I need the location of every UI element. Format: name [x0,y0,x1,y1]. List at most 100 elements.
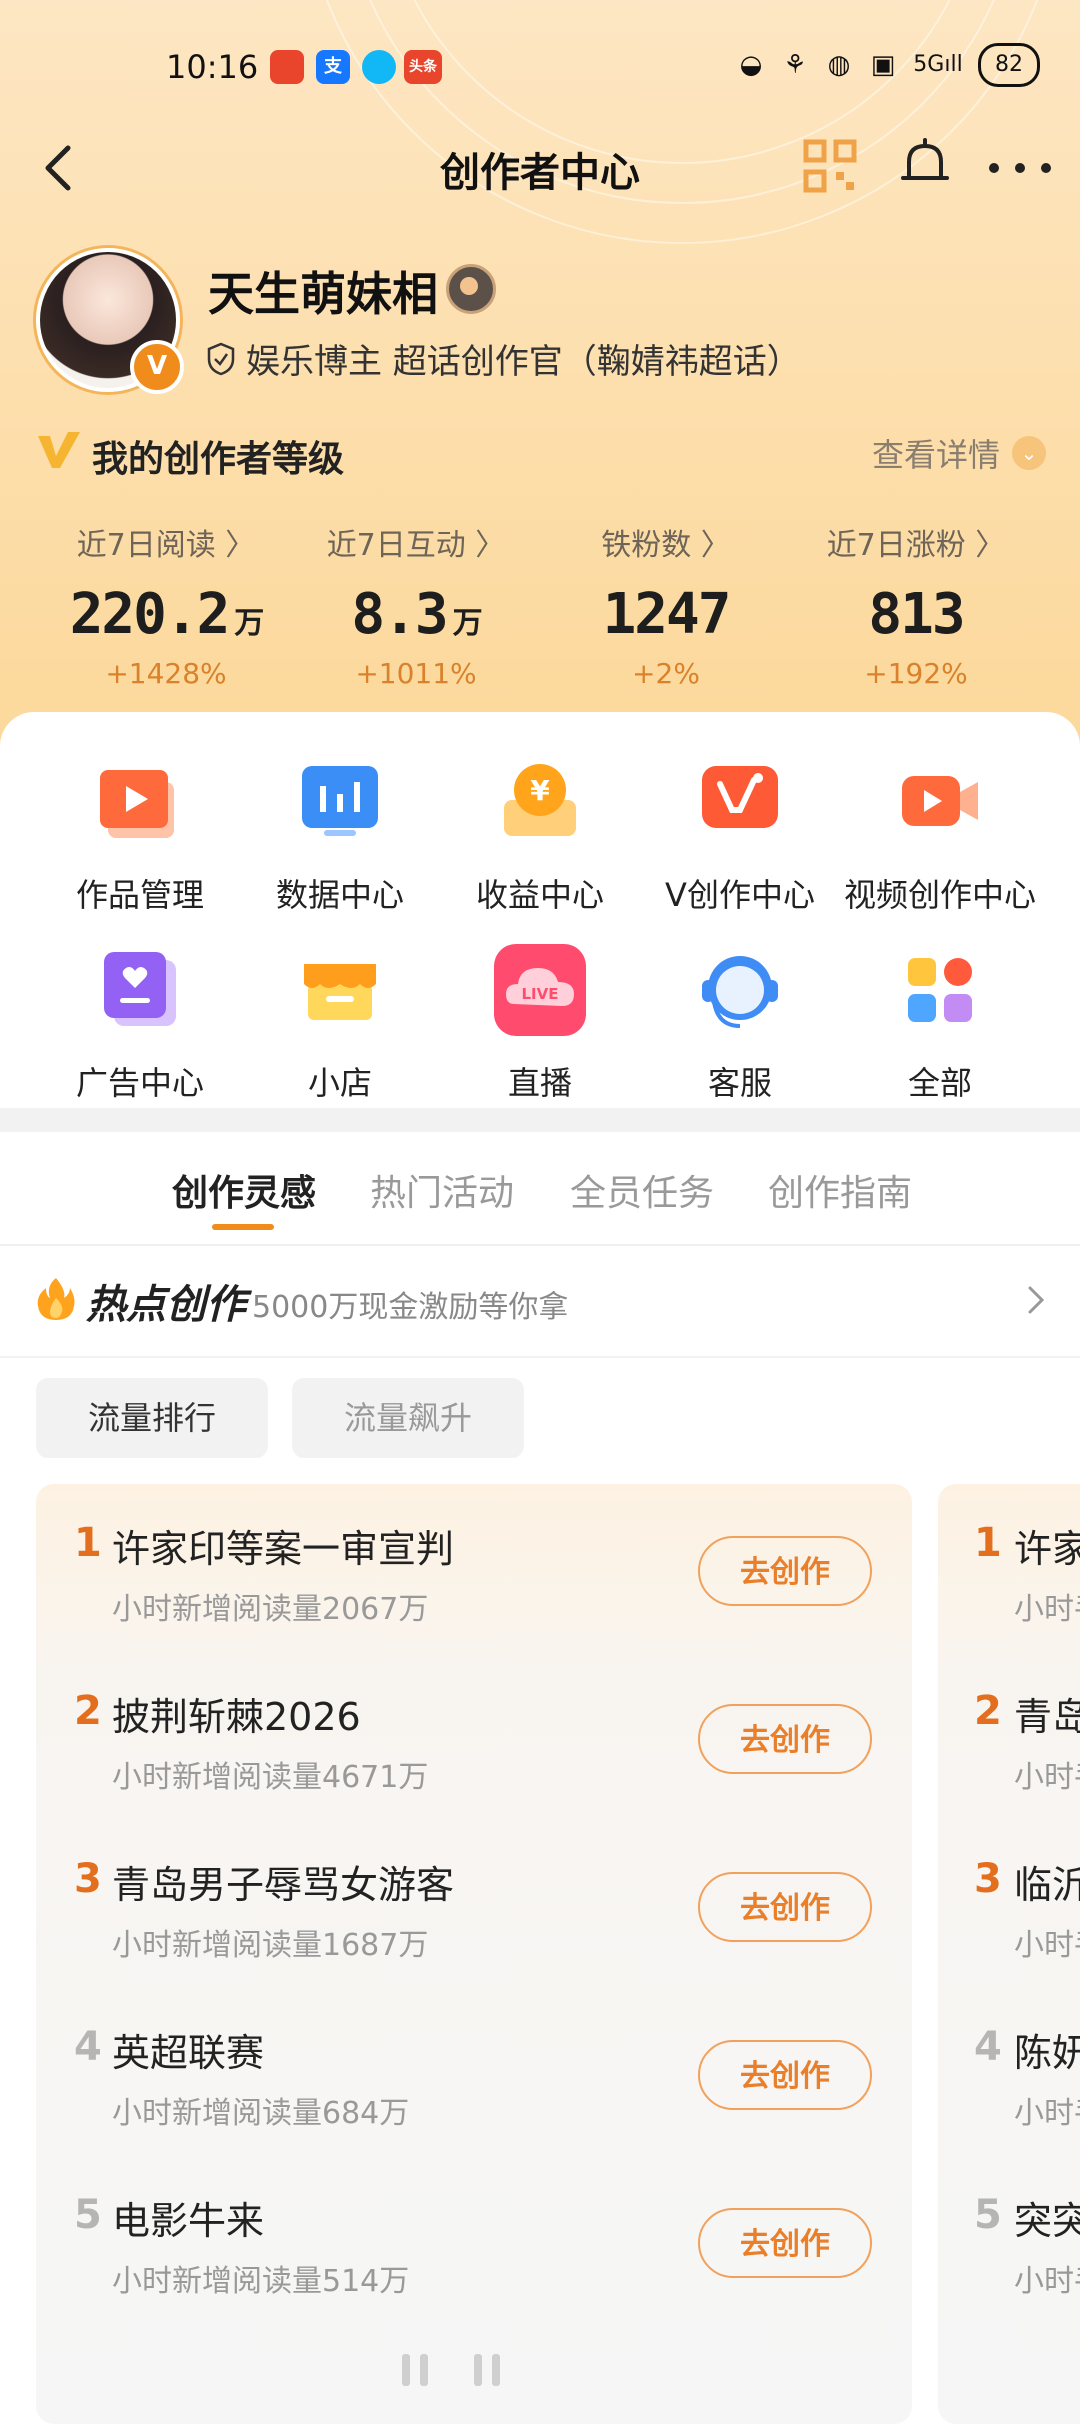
topic-reads: 小时新增阅读量1687万 [112,1928,429,1963]
rank-number: 2 [74,1688,102,1734]
go-create-button[interactable]: 去创作 [698,2208,872,2278]
tool-data-center[interactable]: 数据中心 [235,756,445,916]
topic-title: 许家 [1014,1527,1080,1571]
status-icons: ◒ ⚘ ◍ ▣ 5Gıll 82 [736,42,1040,88]
medal-icon[interactable] [446,264,496,314]
rank-number: 4 [974,2024,1002,2070]
tool-revenue-center[interactable]: ¥ 收益中心 [435,756,645,916]
tool-shop[interactable]: 小店 [235,944,445,1104]
list-item[interactable]: 5 突突 小时手 [938,2156,1080,2324]
shield-icon [207,342,235,375]
go-create-button[interactable]: 去创作 [698,1872,872,1942]
view-details-link[interactable]: 查看详情 ⌄ [872,430,1046,476]
stat-change: +192% [864,657,968,690]
video-creation-center-icon [902,776,978,826]
list-item[interactable]: 3 青岛男子辱骂女游客 小时新增阅读量1687万 去创作 [36,1820,912,1988]
rank-number: 4 [74,2024,102,2070]
topic-title: 青岛 [1014,1695,1080,1739]
tool-video-creation-center[interactable]: 视频创作中心 [835,756,1045,916]
tool-ad-center[interactable]: 广告中心 [35,944,245,1104]
filter-traffic-surge[interactable]: 流量飙升 [292,1378,524,1458]
tool-works-management[interactable]: 作品管理 [35,756,245,916]
data-center-icon [302,766,378,836]
tab-creation-guide[interactable]: 创作指南 [768,1164,912,1216]
list-item[interactable]: 2 披荆斩棘2026 小时新增阅读量4671万 去创作 [36,1652,912,1820]
topic-reads: 小时手 [1014,1928,1080,1963]
profile-subtitle-text: 娱乐博主 超话创作官（鞠婧祎超话） [246,342,801,382]
5g-signal-icon: 5Gıll [913,52,963,77]
customer-service-icon [702,956,778,1028]
all-apps-icon [908,958,972,1022]
tool-v-creation-center[interactable]: V创作中心 [635,756,845,916]
hot-creation-header[interactable]: 热点创作 5000万现金激励等你拿 [0,1246,1080,1358]
stat-label: 近7日阅读 〉 [76,528,256,563]
live-badge-text: LIVE [522,985,559,1003]
topic-title: 临沂 [1014,1863,1080,1907]
content-tabs: 创作灵感 热门活动 全员任务 创作指南 [0,1132,1080,1246]
tool-label: 全部 [907,1064,972,1102]
tab-creation-inspiration[interactable]: 创作灵感 [172,1164,316,1216]
stat-reads[interactable]: 近7日阅读 〉 220.2 万 +1428% [36,520,296,690]
stat-label: 近7日互动 〉 [326,528,506,563]
filter-traffic-ranking[interactable]: 流量排行 [36,1378,268,1458]
svg-text:¥: ¥ [530,774,550,807]
rank-number: 3 [74,1856,102,1902]
stat-unit: 万 [234,606,264,641]
tools-card: 作品管理 数据中心 ¥ 收益中心 V创作中心 视频创作中心 广告中心 小店 LI… [0,712,1080,1108]
topic-reads: 小时新增阅读量2067万 [112,1592,429,1627]
topic-title: 青岛男子辱骂女游客 [112,1863,455,1907]
list-item[interactable]: 1 许家印等案一审宣判 小时新增阅读量2067万 去创作 [36,1484,912,1652]
list-item[interactable]: 4 陈妍 小时手 [938,1988,1080,2156]
hd-signal-icon: ▣ [870,50,896,80]
tool-label: 广告中心 [75,1064,204,1102]
live-icon: LIVE [494,944,586,1036]
tool-all[interactable]: 全部 [835,944,1045,1104]
go-create-button[interactable]: 去创作 [698,1536,872,1606]
stat-number: 1247 [602,582,732,647]
topic-reads: 小时新增阅读量684万 [112,2096,410,2131]
works-management-icon [100,770,174,838]
stat-value: 8.3 万 [286,582,546,647]
shop-icon [304,964,376,1020]
list-item[interactable]: 1 许家 小时手 [938,1484,1080,1652]
tab-hot-events[interactable]: 热门活动 [370,1164,514,1216]
nav-bar: 创作者中心 [0,120,1080,220]
stat-new-followers[interactable]: 近7日涨粉 〉 813 +192% [786,520,1046,690]
tool-label: 直播 [507,1064,572,1102]
verified-badge: V [130,340,184,394]
go-create-button[interactable]: 去创作 [698,2040,872,2110]
stat-interactions[interactable]: 近7日互动 〉 8.3 万 +1011% [286,520,546,690]
stat-change: +1428% [105,657,227,690]
chevron-right-icon [1028,1286,1045,1314]
username: 天生萌妹相 [208,267,438,321]
topic-title: 披荆斩棘2026 [112,1695,361,1739]
topic-reads: 小时新增阅读量4671万 [112,1760,429,1795]
rank-number: 1 [974,1520,1002,1566]
list-item[interactable]: 5 电影牛来 小时新增阅读量514万 去创作 [36,2156,912,2324]
bell-icon[interactable] [895,134,955,194]
tool-label: 数据中心 [275,876,404,914]
qr-code-icon[interactable] [800,136,860,196]
tool-live[interactable]: LIVE 直播 [435,944,645,1104]
more-icon[interactable] [980,138,1060,198]
list-item[interactable]: 4 英超联赛 小时新增阅读量684万 去创作 [36,1988,912,2156]
tool-customer-service[interactable]: 客服 [635,944,845,1104]
qq-icon [362,50,396,84]
vibrate-icon: ◍ [827,50,851,80]
hot-creation-subtitle: 5000万现金激励等你拿 [252,1290,569,1325]
rank-number: 2 [974,1688,1002,1734]
stat-iron-fans[interactable]: 铁粉数 〉 1247 +2% [536,520,796,690]
view-details-label: 查看详情 [871,436,1000,474]
stat-number: 8.3 [351,582,448,647]
go-create-button[interactable]: 去创作 [698,1704,872,1774]
stat-change: +2% [632,657,700,690]
tool-label: V创作中心 [665,876,815,914]
tab-all-member-tasks[interactable]: 全员任务 [570,1164,714,1216]
nfc-icon: ◒ [739,50,763,80]
list-item[interactable]: 2 青岛 小时手 [938,1652,1080,1820]
stat-value: 1247 [536,582,796,647]
stat-number: 220.2 [69,582,231,647]
topic-title: 英超联赛 [112,2031,265,2075]
creator-level-row: 我的创作者等级 查看详情 ⌄ [36,426,1046,482]
list-item[interactable]: 3 临沂 小时手 [938,1820,1080,1988]
